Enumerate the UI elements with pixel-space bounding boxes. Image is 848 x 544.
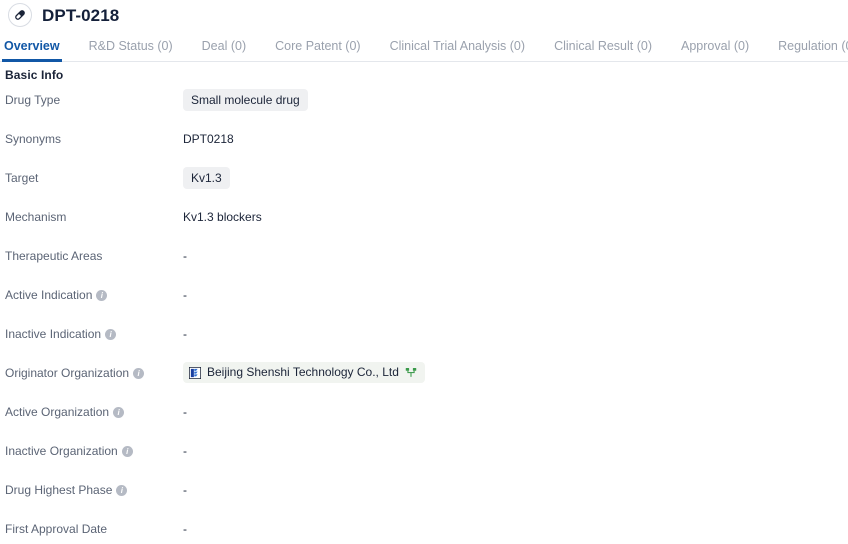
section-title-basic-info: Basic Info: [5, 68, 64, 82]
field-label-text: Therapeutic Areas: [5, 249, 103, 263]
field-label-active-organization: Active Organization i: [0, 404, 183, 420]
page-title: DPT-0218: [42, 5, 120, 25]
field-label-text: Active Organization: [5, 405, 110, 419]
organization-chip[interactable]: Beijing Shenshi Technology Co., Ltd: [183, 362, 425, 383]
field-row-drug-type: Drug Type Small molecule drug: [0, 89, 848, 131]
tab-overview[interactable]: Overview: [2, 39, 62, 62]
tab-bar: Overview R&D Status (0) Deal (0) Core Pa…: [0, 30, 848, 62]
tab-clinical-result[interactable]: Clinical Result (0): [554, 39, 652, 62]
info-circle-icon[interactable]: i: [105, 328, 117, 340]
field-value-target: Kv1.3: [183, 167, 848, 189]
field-row-first-approval-date: First Approval Date -: [0, 521, 848, 544]
field-label-originator-organization: Originator Organization i: [0, 365, 183, 381]
tab-clinical-trial-analysis[interactable]: Clinical Trial Analysis (0): [390, 39, 525, 62]
field-label-text: Target: [5, 171, 39, 185]
tab-deal[interactable]: Deal (0): [202, 39, 246, 62]
field-row-inactive-indication: Inactive Indication i -: [0, 326, 848, 365]
info-circle-icon[interactable]: i: [113, 406, 125, 418]
info-circle-icon[interactable]: i: [133, 367, 145, 379]
field-value-inactive-indication: -: [183, 327, 187, 341]
field-value-originator-organization: Beijing Shenshi Technology Co., Ltd: [183, 362, 848, 383]
field-label-inactive-indication: Inactive Indication i: [0, 326, 183, 342]
field-label-active-indication: Active Indication i: [0, 287, 183, 303]
field-value-synonyms: DPT0218: [183, 132, 234, 146]
capsule-pill-icon: [8, 3, 32, 27]
info-circle-icon[interactable]: i: [96, 289, 108, 301]
field-label-text: Originator Organization: [5, 366, 130, 380]
field-label-text: Inactive Indication: [5, 327, 102, 341]
field-value-mechanism: Kv1.3 blockers: [183, 210, 262, 224]
field-value-drug-type: Small molecule drug: [183, 89, 848, 111]
field-label-mechanism: Mechanism: [0, 209, 183, 225]
field-row-inactive-organization: Inactive Organization i -: [0, 443, 848, 482]
field-label-synonyms: Synonyms: [0, 131, 183, 147]
field-label-inactive-organization: Inactive Organization i: [0, 443, 183, 459]
drug-type-chip[interactable]: Small molecule drug: [183, 89, 308, 111]
field-value-active-organization: -: [183, 405, 187, 419]
field-label-target: Target: [0, 170, 183, 186]
field-label-drug-highest-phase: Drug Highest Phase i: [0, 482, 183, 498]
tab-approval[interactable]: Approval (0): [681, 39, 749, 62]
field-row-drug-highest-phase: Drug Highest Phase i -: [0, 482, 848, 521]
field-row-synonyms: Synonyms DPT0218: [0, 131, 848, 170]
field-value-first-approval-date: -: [183, 522, 187, 536]
tab-rd-status[interactable]: R&D Status (0): [89, 39, 173, 62]
org-hierarchy-tree-icon[interactable]: [405, 367, 417, 378]
field-label-text: Mechanism: [5, 210, 67, 224]
field-value-active-indication: -: [183, 288, 187, 302]
page-header: DPT-0218: [0, 0, 848, 30]
field-value-therapeutic-areas: -: [183, 249, 187, 263]
field-label-drug-type: Drug Type: [0, 92, 183, 108]
field-row-target: Target Kv1.3: [0, 167, 848, 209]
field-label-text: Drug Highest Phase: [5, 483, 113, 497]
info-circle-icon[interactable]: i: [116, 484, 128, 496]
target-chip[interactable]: Kv1.3: [183, 167, 230, 189]
organization-name: Beijing Shenshi Technology Co., Ltd: [207, 365, 399, 379]
field-label-text: Synonyms: [5, 132, 62, 146]
tab-regulation[interactable]: Regulation (0): [778, 39, 848, 62]
info-circle-icon[interactable]: i: [121, 445, 133, 457]
field-row-mechanism: Mechanism Kv1.3 blockers: [0, 209, 848, 248]
field-label-text: Drug Type: [5, 93, 61, 107]
tab-core-patent[interactable]: Core Patent (0): [275, 39, 360, 62]
field-row-active-indication: Active Indication i -: [0, 287, 848, 326]
field-value-inactive-organization: -: [183, 444, 187, 458]
field-label-text: Active Indication: [5, 288, 93, 302]
field-value-drug-highest-phase: -: [183, 483, 187, 497]
field-label-text: Inactive Organization: [5, 444, 118, 458]
field-label-therapeutic-areas: Therapeutic Areas: [0, 248, 183, 264]
field-row-therapeutic-areas: Therapeutic Areas -: [0, 248, 848, 287]
field-row-active-organization: Active Organization i -: [0, 404, 848, 443]
field-row-originator-organization: Originator Organization i Beijing Shensh…: [0, 362, 848, 404]
field-label-first-approval-date: First Approval Date: [0, 521, 183, 537]
basic-info-list: Drug Type Small molecule drug Synonyms D…: [0, 82, 848, 544]
field-label-text: First Approval Date: [5, 522, 108, 536]
organization-building-icon: [189, 366, 201, 379]
